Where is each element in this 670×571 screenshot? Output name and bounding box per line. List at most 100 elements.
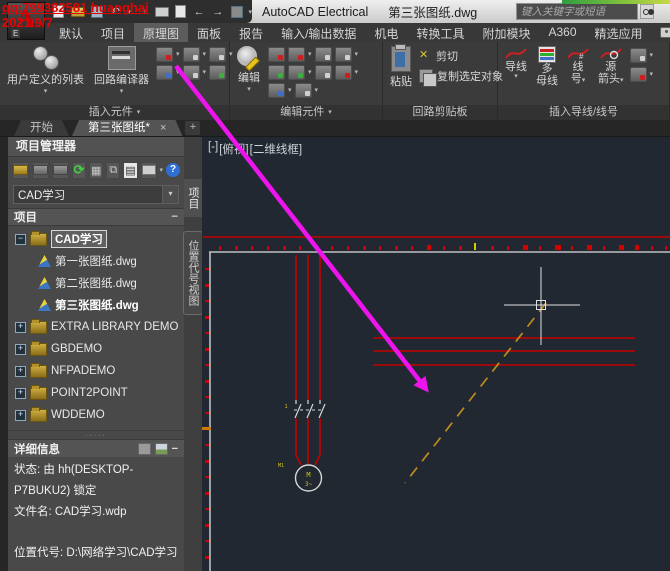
edit-component-button[interactable]: 编辑 ▾	[234, 45, 264, 94]
ribbon-tab-10[interactable]: A360	[539, 23, 585, 42]
project-manager-title[interactable]: 项目管理器	[8, 137, 184, 157]
cad-canvas[interactable]: M3~1M1	[202, 137, 670, 571]
expand-toggle-icon[interactable]: +	[15, 366, 26, 377]
insert-components-label[interactable]: 插入元件▾	[0, 105, 229, 120]
tab-close-icon[interactable]: ×	[160, 120, 166, 136]
plot-caret-icon[interactable]: ▾	[160, 167, 164, 174]
ribbon-tab-2[interactable]: 项目	[92, 23, 134, 42]
table-edit-icon[interactable]	[268, 83, 285, 98]
expand-toggle-icon[interactable]: −	[15, 234, 26, 245]
undo-caret-icon[interactable]: ▾	[127, 8, 131, 16]
move-component-icon[interactable]	[288, 47, 305, 62]
help-icon[interactable]: ?	[166, 162, 180, 179]
ribbon-tab-7[interactable]: 机电	[365, 23, 407, 42]
wire-number-button[interactable]: # 线 号▾	[564, 45, 592, 86]
swap-block-icon[interactable]	[315, 65, 332, 80]
open-file-icon[interactable]	[71, 5, 85, 18]
expand-toggle-icon[interactable]: +	[15, 388, 26, 399]
align-icon[interactable]	[335, 47, 352, 62]
plot-icon[interactable]	[230, 5, 244, 18]
preview-window-icon[interactable]	[156, 65, 173, 80]
new-tab-button[interactable]: +	[185, 121, 200, 135]
tree-item[interactable]: +NFPADEMO	[8, 360, 184, 382]
back-icon[interactable]: ←	[192, 5, 206, 18]
ribbon-tab-11[interactable]: 精选应用	[586, 23, 652, 42]
side-tab-project[interactable]: 项目	[184, 179, 202, 217]
new-drawing-icon[interactable]	[32, 162, 49, 179]
save-icon[interactable]	[90, 5, 104, 18]
tab-start[interactable]: 开始	[14, 120, 69, 136]
search-input[interactable]	[516, 3, 638, 20]
ribbon-tab-6[interactable]: 输入/输出数据	[272, 23, 365, 42]
multi-bus-button[interactable]: 多 母线	[534, 45, 560, 88]
ribbon-tab-8[interactable]: 转换工具	[407, 23, 473, 42]
details-collapse-icon[interactable]: −	[172, 443, 178, 455]
search-icon[interactable]	[640, 4, 654, 19]
viewport-view-control[interactable]: [俯视]	[219, 141, 248, 157]
drawing-area[interactable]: [-] [俯视] [二维线框] M3~1M1	[202, 137, 670, 571]
details-preview-icon[interactable]	[155, 443, 168, 455]
ladder-icon[interactable]	[630, 48, 647, 63]
copy-selected-button[interactable]: 复制选定对象	[419, 68, 503, 84]
tree-item[interactable]: +POINT2POINT	[8, 382, 184, 404]
new-file-icon[interactable]	[52, 5, 66, 18]
plot-publish-icon[interactable]	[141, 162, 157, 179]
viewport-minimize-control[interactable]: [-]	[208, 141, 218, 157]
refresh-icon[interactable]: ⟳	[72, 162, 86, 179]
new-project-icon[interactable]	[52, 162, 69, 179]
delete-component-icon[interactable]	[268, 47, 285, 62]
expand-toggle-icon[interactable]: +	[15, 322, 26, 333]
toggle-nonc-icon[interactable]	[288, 65, 305, 80]
circuit-builder-button[interactable]: 回路编译器 ▾	[91, 45, 152, 96]
circuit-scale-icon[interactable]	[295, 83, 312, 98]
details-file-icon[interactable]	[138, 443, 151, 455]
lasso-select-icon[interactable]	[209, 65, 226, 80]
catalog-browser-icon[interactable]	[183, 47, 200, 62]
sheet-icon[interactable]	[174, 5, 188, 18]
edit-components-label[interactable]: 编辑元件▾	[230, 105, 382, 120]
viewport-style-control[interactable]: [二维线框]	[250, 141, 302, 157]
project-task-list-icon[interactable]: ▦	[89, 162, 103, 179]
tree-item[interactable]: −CAD学习	[8, 228, 184, 250]
ribbon-tab-4[interactable]: 面板	[188, 23, 230, 42]
tree-item[interactable]: +EXTRA LIBRARY DEMO	[8, 316, 184, 338]
side-tab-location-view[interactable]: 位置代号视图	[183, 231, 203, 315]
user-defined-list-button[interactable]: 用户定义的列表 ▾	[4, 45, 87, 96]
ribbon-tab-5[interactable]: 报告	[230, 23, 272, 42]
copy-project-icon[interactable]: ⧉	[106, 162, 120, 179]
capture-icon[interactable]	[183, 65, 200, 80]
tree-item[interactable]: 第一张图纸.dwg	[8, 250, 184, 272]
open-project-icon[interactable]	[12, 162, 29, 179]
expand-toggle-icon[interactable]: +	[15, 344, 26, 355]
dropdown-caret-icon[interactable]: ▾	[162, 186, 178, 203]
paste-button[interactable]: 粘贴	[387, 45, 415, 90]
print-icon[interactable]	[155, 5, 169, 18]
qat-dropdown-icon[interactable]: ▾	[249, 8, 253, 16]
scoot-icon[interactable]	[315, 47, 332, 62]
cut-button[interactable]: ✕ 剪切	[419, 48, 503, 64]
ribbon-tab-9[interactable]: 附加模块	[473, 23, 539, 42]
edit-attributes-icon[interactable]	[268, 65, 285, 80]
zip-project-icon[interactable]: ▤	[123, 162, 137, 179]
expand-toggle-icon[interactable]: +	[15, 410, 26, 421]
tab-document[interactable]: 第三张图纸* ×	[72, 120, 182, 136]
tree-item[interactable]: 第二张图纸.dwg	[8, 272, 184, 294]
app-menu-button[interactable]: A E	[7, 2, 45, 40]
panel-list-icon[interactable]	[209, 47, 226, 62]
project-select-dropdown[interactable]: CAD学习 ▾	[13, 185, 179, 204]
forward-icon[interactable]: →	[211, 5, 225, 18]
redo-icon[interactable]: ↷	[136, 5, 150, 18]
retag-icon[interactable]	[335, 65, 352, 80]
tree-item[interactable]: 第三张图纸.dwg	[8, 294, 184, 316]
tree-item[interactable]: +WDDEMO	[8, 404, 184, 426]
collapse-section-icon[interactable]: −	[171, 211, 178, 223]
ribbon-tab-3[interactable]: 原理图	[134, 23, 188, 42]
media-browser-icon[interactable]: ▾	[652, 23, 670, 42]
wire-button[interactable]: 导线 ▾	[502, 45, 530, 81]
panel-splitter[interactable]: ·····	[8, 430, 184, 439]
multi-insert-icon[interactable]	[156, 47, 173, 62]
tree-item[interactable]: +GBDEMO	[8, 338, 184, 360]
undo-icon[interactable]: ↶	[109, 5, 123, 18]
wire-gap-icon[interactable]	[630, 67, 647, 82]
source-arrow-button[interactable]: 源 箭头▾	[596, 45, 626, 86]
